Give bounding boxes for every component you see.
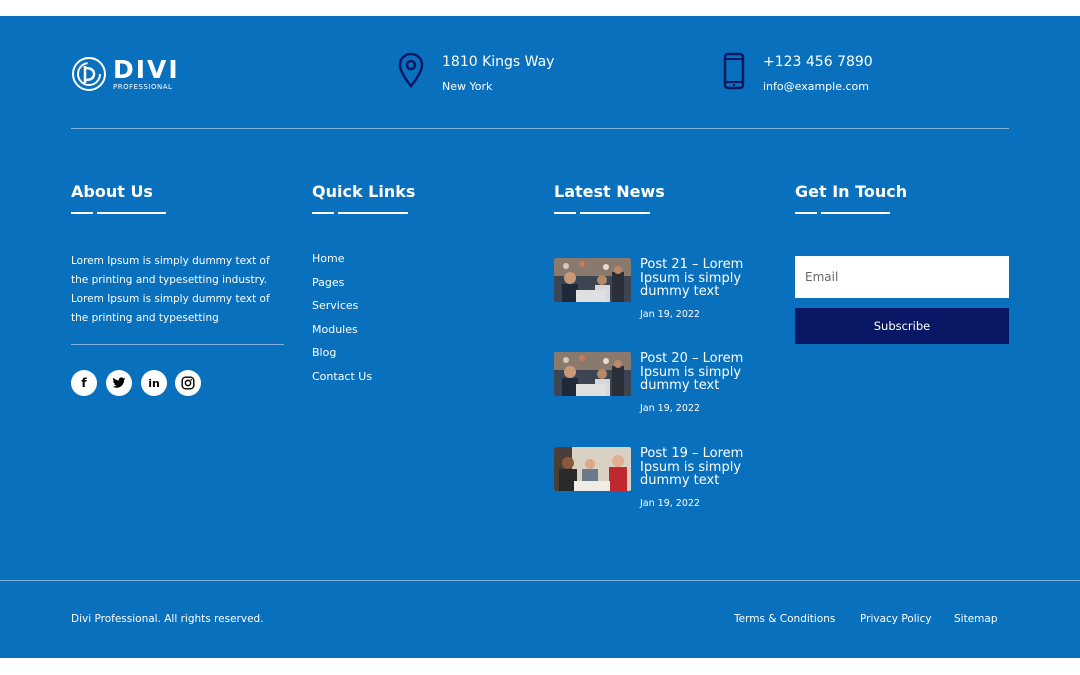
- quick-link-pages[interactable]: Pages: [312, 276, 344, 289]
- heading-underline: [821, 212, 890, 214]
- facebook-icon[interactable]: f: [71, 370, 97, 396]
- mobile-phone-icon: [723, 52, 745, 90]
- news-thumbnail[interactable]: [554, 352, 631, 396]
- divi-logo-icon: [72, 57, 106, 91]
- privacy-policy-link[interactable]: Privacy Policy: [860, 613, 932, 625]
- site-footer: DIVI PROFESSIONAL 1810 Kings Way New Yor…: [0, 16, 1080, 658]
- about-divider: [71, 344, 284, 345]
- heading-underline: [795, 212, 817, 214]
- address-line-2: New York: [442, 80, 493, 93]
- heading-underline: [554, 212, 576, 214]
- phone-block: +123 456 7890 info@example.com: [723, 52, 873, 93]
- logo-text: DIVI PROFESSIONAL: [113, 57, 180, 91]
- get-in-touch-heading: Get In Touch: [795, 182, 908, 201]
- twitter-icon[interactable]: [106, 370, 132, 396]
- news-item[interactable]: Post 20 – Lorem Ipsum is simply dummy te…: [554, 352, 752, 414]
- news-date: Jan 19, 2022: [640, 497, 700, 509]
- news-item[interactable]: Post 19 – Lorem Ipsum is simply dummy te…: [554, 447, 752, 509]
- linkedin-icon[interactable]: in: [141, 370, 167, 396]
- subscribe-button[interactable]: Subscribe: [795, 308, 1009, 344]
- heading-underline: [580, 212, 650, 214]
- news-date: Jan 19, 2022: [640, 308, 700, 320]
- copyright-text: Divi Professional. All rights reserved.: [71, 613, 264, 625]
- news-item[interactable]: Post 21 – Lorem Ipsum is simply dummy te…: [554, 258, 752, 320]
- email-input[interactable]: [795, 256, 1009, 298]
- logo-tagline: PROFESSIONAL: [113, 83, 173, 91]
- phone-number[interactable]: +123 456 7890: [763, 54, 873, 70]
- about-heading: About Us: [71, 182, 153, 201]
- quick-links-heading: Quick Links: [312, 182, 416, 201]
- location-pin-icon: [398, 52, 424, 88]
- news-thumbnail[interactable]: [554, 258, 631, 302]
- contact-email[interactable]: info@example.com: [763, 80, 873, 93]
- heading-underline: [312, 212, 334, 214]
- address-line-1: 1810 Kings Way: [442, 54, 555, 70]
- bottom-divider: [0, 580, 1080, 581]
- address-block: 1810 Kings Way New York: [398, 52, 554, 93]
- news-title[interactable]: Post 20 – Lorem Ipsum is simply dummy te…: [640, 352, 752, 393]
- about-text: Lorem Ipsum is simply dummy text of the …: [71, 255, 270, 324]
- header-divider: [71, 128, 1009, 129]
- instagram-icon[interactable]: [175, 370, 201, 396]
- quick-link-blog[interactable]: Blog: [312, 346, 336, 359]
- quick-link-modules[interactable]: Modules: [312, 323, 358, 336]
- logo-name: DIVI: [113, 55, 180, 84]
- heading-underline: [97, 212, 166, 214]
- logo[interactable]: DIVI PROFESSIONAL: [71, 56, 180, 92]
- news-date: Jan 19, 2022: [640, 402, 700, 414]
- quick-link-contact-us[interactable]: Contact Us: [312, 370, 372, 383]
- news-thumbnail[interactable]: [554, 447, 631, 491]
- sitemap-link[interactable]: Sitemap: [954, 613, 998, 625]
- terms-link[interactable]: Terms & Conditions: [734, 613, 835, 625]
- heading-underline: [338, 212, 408, 214]
- latest-news-heading: Latest News: [554, 182, 665, 201]
- news-title[interactable]: Post 21 – Lorem Ipsum is simply dummy te…: [640, 258, 752, 299]
- quick-link-home[interactable]: Home: [312, 252, 344, 265]
- heading-underline: [71, 212, 93, 214]
- quick-link-services[interactable]: Services: [312, 299, 358, 312]
- news-title[interactable]: Post 19 – Lorem Ipsum is simply dummy te…: [640, 447, 752, 488]
